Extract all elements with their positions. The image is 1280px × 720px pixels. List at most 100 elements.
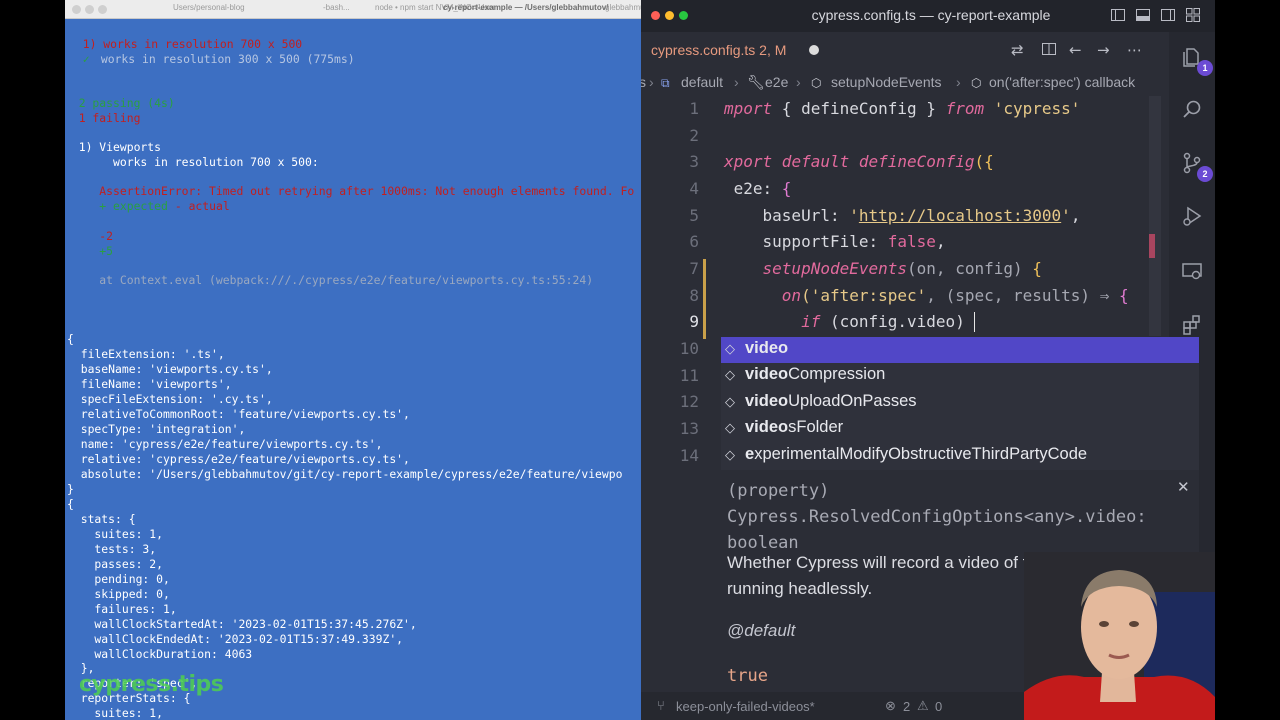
terminal-tab[interactable]: glebbahmutov/g	[605, 3, 642, 12]
error-count[interactable]: 2	[903, 699, 910, 714]
property-icon: ◇	[725, 421, 735, 436]
line-number: 11	[679, 366, 699, 385]
minimize-window-button[interactable]	[85, 5, 94, 14]
json-line: suites: 1,	[67, 706, 164, 720]
explorer-badge: 1	[1197, 60, 1213, 76]
stack-trace-line: at Context.eval (webpack:///./cypress/e2…	[65, 273, 594, 287]
breadcrumb-item[interactable]: on('after:spec') callback	[989, 74, 1135, 90]
toggle-sidebar-icon[interactable]	[1109, 7, 1127, 25]
suggestion-rest: xperimentalModifyObstructiveThirdPartyCo…	[754, 445, 1088, 463]
watermark-logo: cypress.tips	[79, 672, 224, 697]
json-line: {	[67, 497, 74, 511]
toggle-secondary-sidebar-icon[interactable]	[1159, 7, 1177, 25]
terminal-output[interactable]: 1) works in resolution 700 x 500 ✓ works…	[65, 18, 642, 720]
breadcrumb-item[interactable]: default	[681, 74, 723, 90]
close-icon[interactable]: ✕	[1177, 478, 1190, 496]
json-line: fileExtension: '.ts',	[67, 347, 225, 361]
error-icon: ⊗	[885, 698, 896, 713]
json-line: specType: 'integration',	[67, 422, 246, 436]
line-number: 13	[679, 419, 699, 438]
terminal-window[interactable]: Users/personal-blog -bash... node • npm …	[65, 0, 642, 720]
minimize-window-button[interactable]	[665, 11, 674, 20]
suggestion-match: video	[745, 392, 789, 410]
run-debug-icon[interactable]	[1181, 205, 1203, 227]
more-actions-icon[interactable]: ⋯	[1127, 41, 1142, 59]
suggestion-item[interactable]: ◇ videoCompression	[721, 363, 1199, 389]
close-window-button[interactable]	[72, 5, 81, 14]
checkmark-icon: ✓	[69, 52, 90, 66]
suggestion-list[interactable]: ◇ video ◇ videoCompression ◇ videoUpload…	[721, 337, 1199, 470]
suggestion-match: e	[745, 445, 755, 463]
webcam-overlay	[1024, 552, 1215, 720]
go-forward-icon[interactable]: →	[1097, 41, 1110, 59]
terminal-tab-active[interactable]: cy-report-example — /Users/glebbahmutov/	[443, 3, 608, 12]
split-editor-icon[interactable]	[1041, 41, 1057, 61]
git-modified-marker[interactable]	[703, 259, 706, 339]
git-branch[interactable]: keep-only-failed-videos*	[676, 699, 815, 714]
function-icon: ⬡	[971, 76, 982, 90]
chevron-right-icon: ›	[649, 74, 654, 90]
extensions-icon[interactable]	[1181, 314, 1203, 336]
presenter-webcam-image	[1024, 552, 1215, 720]
json-line: absolute: '/Users/glebbahmutov/git/cy-re…	[67, 467, 623, 481]
code-line: supportFile: false,	[724, 232, 946, 251]
failing-count: 1 failing	[65, 111, 141, 125]
suggestion-item[interactable]: ◇ videosFolder	[721, 416, 1199, 442]
toggle-panel-icon[interactable]	[1134, 7, 1152, 25]
json-line: relativeToCommonRoot: 'feature/viewports…	[67, 407, 410, 421]
code-line: xport default defineConfig({	[724, 152, 994, 171]
tab-problem-status: 2, M	[759, 42, 787, 58]
wrench-icon: 🔧︎	[747, 74, 765, 90]
json-line: baseName: 'viewports.cy.ts',	[67, 362, 273, 376]
terminal-tab[interactable]: -bash...	[323, 3, 350, 12]
suggestion-rest: sFolder	[788, 418, 844, 436]
warning-count[interactable]: 0	[935, 699, 942, 714]
code-line-current[interactable]: if (config.video)	[724, 312, 965, 331]
json-line: specFileExtension: '.cy.ts',	[67, 392, 273, 406]
terminal-tab[interactable]: Users/personal-blog	[173, 3, 245, 12]
json-line: relative: 'cypress/e2e/feature/viewports…	[67, 452, 410, 466]
json-line: }	[67, 482, 74, 496]
json-line: {	[67, 332, 74, 346]
line-number: 12	[679, 392, 699, 411]
diff-legend-actual: - actual	[168, 199, 230, 213]
tab-filename-text: cypress.config.ts	[651, 42, 756, 58]
unsaved-dot-icon[interactable]	[809, 45, 819, 55]
line-number: 5	[689, 206, 699, 225]
type-signature: (property) Cypress.ResolvedConfigOptions…	[727, 481, 1147, 553]
scrollbar-error-marker	[1149, 234, 1155, 258]
zoom-window-button[interactable]	[679, 11, 688, 20]
json-line: fileName: 'viewports',	[67, 377, 232, 391]
breadcrumb-item[interactable]: setupNodeEvents	[831, 74, 942, 90]
line-number: 8	[689, 286, 699, 305]
assertion-error-line: AssertionError: Timed out retrying after…	[65, 184, 635, 198]
json-line: suites: 1,	[67, 527, 164, 541]
suggestion-item[interactable]: ◇ experimentalModifyObstructiveThirdPart…	[721, 443, 1199, 469]
warning-icon: ⚠	[917, 698, 929, 713]
editor-scrollbar[interactable]	[1149, 96, 1161, 336]
search-icon[interactable]	[1181, 98, 1203, 120]
tab-filename: cypress.config.ts 2, M	[651, 42, 786, 58]
line-number: 6	[689, 232, 699, 251]
close-window-button[interactable]	[651, 11, 660, 20]
go-back-icon[interactable]: ←	[1069, 41, 1082, 59]
property-icon: ◇	[725, 342, 735, 357]
code-line: baseUrl: 'http://localhost:3000',	[724, 206, 1081, 225]
zoom-window-button[interactable]	[98, 5, 107, 14]
property-icon: ◇	[725, 368, 735, 383]
git-compare-icon[interactable]: ⇄	[1011, 41, 1024, 59]
suggestion-item[interactable]: ◇ videoUploadOnPasses	[721, 390, 1199, 416]
editor-tab[interactable]: cypress.config.ts 2, M	[641, 32, 831, 68]
line-number: 4	[689, 179, 699, 198]
customize-layout-icon[interactable]	[1184, 7, 1202, 25]
breadcrumb-item[interactable]: s	[641, 74, 646, 90]
remote-explorer-icon[interactable]	[1181, 260, 1203, 282]
breadcrumb-item[interactable]: e2e	[765, 74, 788, 90]
line-number: 10	[679, 339, 699, 358]
terminal-titlebar: Users/personal-blog -bash... node • npm …	[65, 0, 642, 19]
line-number: 1	[689, 99, 699, 118]
editor-tab-bar: cypress.config.ts 2, M ⇄ ← → ⋯	[641, 32, 1169, 68]
line-number: 7	[689, 259, 699, 278]
window-title: cypress.config.ts — cy-report-example	[811, 7, 1051, 23]
suggestion-item-selected[interactable]: ◇ video	[721, 337, 1199, 363]
